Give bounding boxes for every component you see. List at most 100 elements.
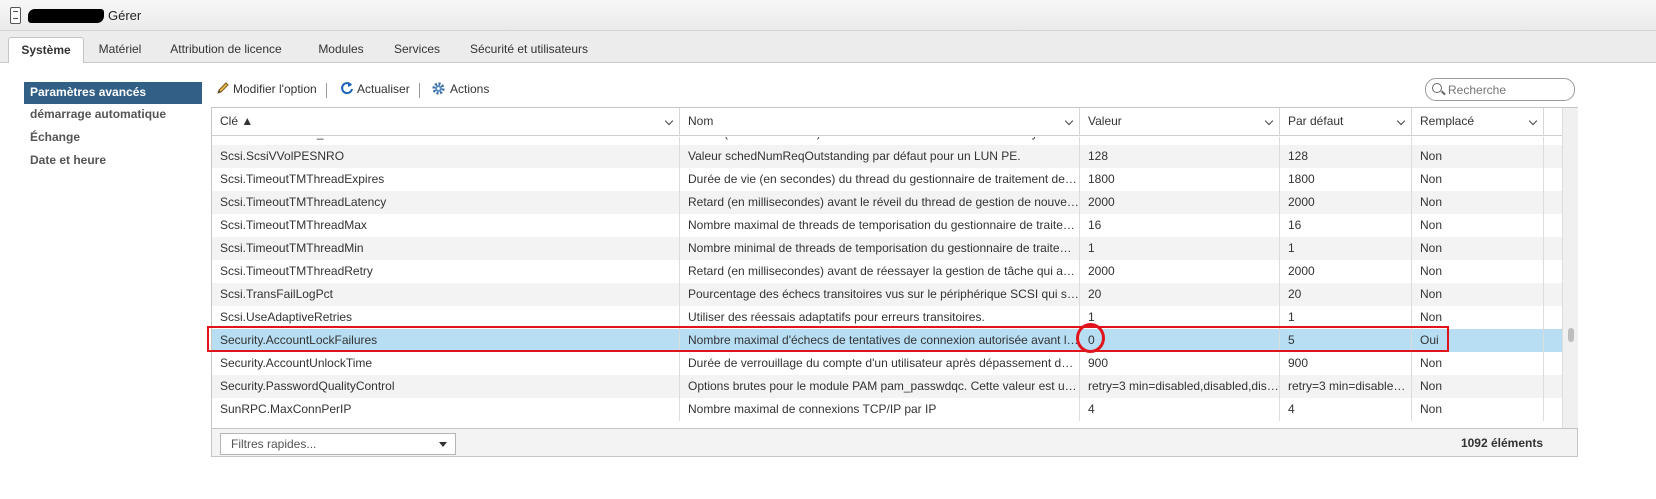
cell-overridden: Non <box>1412 306 1544 329</box>
tab-systeme[interactable]: Système <box>8 37 84 63</box>
refresh-button[interactable]: Actualiser <box>340 79 410 101</box>
cell-value: 1 <box>1080 306 1280 329</box>
column-header-label: Clé ▲ <box>220 114 254 128</box>
table-row[interactable]: Scsi.ScsiVVolPESNRO Valeur schedNumReqOut… <box>212 145 1562 168</box>
table-row[interactable]: Security.PasswordQualityControl Options b… <box>212 375 1562 398</box>
grid-body: Scsi.SCSITimeout_ScanTimeDurée (en milli… <box>212 137 1562 429</box>
vertical-scrollbar[interactable] <box>1562 108 1578 428</box>
cell-default: 1 <box>1280 306 1412 329</box>
cell-value: retry=3 min=disabled,disabled,disabled,7… <box>1080 375 1280 398</box>
cell-key: SunRPC.MaxConnPerIP <box>212 398 680 421</box>
cell-key: Security.AccountLockFailures <box>212 329 680 352</box>
tab-modules[interactable]: Modules <box>312 38 370 63</box>
sidebar-item-demarrage-automatique[interactable]: démarrage automatique <box>24 104 202 127</box>
cell-default: 2000 <box>1280 260 1412 283</box>
cell-name: Pourcentage des échecs transitoires vus … <box>680 283 1080 306</box>
cell-value: 20 <box>1080 283 1280 306</box>
toolbar-divider <box>419 83 420 98</box>
cell-default: 128 <box>1280 145 1412 168</box>
toolbar-divider <box>326 83 327 98</box>
column-header-cle[interactable]: Clé ▲ <box>212 108 680 136</box>
cell-default: 900 <box>1280 352 1412 375</box>
tab-attribution-licence[interactable]: Attribution de licence <box>164 38 288 63</box>
cell-default: 2000 <box>1280 191 1412 214</box>
window-titlebar: Gérer <box>0 0 1656 31</box>
refresh-label: Actualiser <box>357 82 410 96</box>
cell-default: 1800 <box>1280 168 1412 191</box>
table-row[interactable]: Scsi.TimeoutTMThreadLatency Retard (en mi… <box>212 191 1562 214</box>
column-header-nom[interactable]: Nom <box>680 108 1080 136</box>
cell-overridden: Non <box>1412 352 1544 375</box>
cell-value: 16 <box>1080 214 1280 237</box>
tab-materiel[interactable]: Matériel <box>92 38 148 63</box>
cell-name: Nombre maximal de connexions TCP/IP par … <box>680 398 1080 421</box>
cell-name: Retard (en millisecondes) avant le révei… <box>680 191 1080 214</box>
search-box[interactable] <box>1425 78 1575 101</box>
sidebar-item-echange[interactable]: Échange <box>24 127 202 150</box>
actions-button[interactable]: Actions <box>431 79 489 101</box>
cell-value: 128 <box>1080 145 1280 168</box>
edit-option-button[interactable]: Modifier l'option <box>216 79 317 101</box>
column-header-valeur[interactable]: Valeur <box>1080 108 1280 136</box>
tab-bar: Système Matériel Attribution de licence … <box>0 31 1656 63</box>
cell-name: Nombre maximal d'échecs de tentatives de… <box>680 329 1080 352</box>
cell-default: 16 <box>1280 214 1412 237</box>
column-header-remplace[interactable]: Remplacé <box>1412 108 1544 136</box>
cell-name: Retard (en millisecondes) avant de réess… <box>680 260 1080 283</box>
table-row[interactable]: Security.AccountUnlockTime Durée de verro… <box>212 352 1562 375</box>
chevron-down-icon[interactable] <box>1396 116 1406 126</box>
scrollbar-thumb[interactable] <box>1568 328 1574 342</box>
chevron-down-icon[interactable] <box>664 116 674 126</box>
quick-filter-select[interactable]: Filtres rapides... <box>220 433 456 455</box>
cell-key: Scsi.TimeoutTMThreadExpires <box>212 168 680 191</box>
cell-overridden: Non <box>1412 283 1544 306</box>
cell-value: 1800 <box>1080 168 1280 191</box>
table-row[interactable]: Scsi.TimeoutTMThreadMin Nombre minimal de… <box>212 237 1562 260</box>
cell-overridden: Non <box>1412 145 1544 168</box>
chevron-down-icon[interactable] <box>1064 116 1074 126</box>
cell-key: Scsi.TransFailLogPct <box>212 283 680 306</box>
table-row[interactable]: Scsi.TimeoutTMThreadMax Nombre maximal de… <box>212 214 1562 237</box>
grid-header: Clé ▲ Nom Valeur Par défaut Remplacé <box>212 108 1562 136</box>
cell-name: Nombre minimal de threads de temporisati… <box>680 237 1080 260</box>
cell-name: Options brutes pour le module PAM pam_pa… <box>680 375 1080 398</box>
quick-filter-label: Filtres rapides... <box>231 437 317 451</box>
cell-key: Scsi.TimeoutTMThreadMax <box>212 214 680 237</box>
cell-value: 1 <box>1080 237 1280 260</box>
column-header-par-defaut[interactable]: Par défaut <box>1280 108 1412 136</box>
edit-option-label: Modifier l'option <box>233 82 317 96</box>
tab-securite-utilisateurs[interactable]: Sécurité et utilisateurs <box>466 38 592 63</box>
cell-overridden: Non <box>1412 137 1544 145</box>
chevron-down-icon[interactable] <box>1528 116 1538 126</box>
table-row[interactable]: Scsi.TransFailLogPct Pourcentage des éche… <box>212 283 1562 306</box>
search-icon <box>1432 83 1442 93</box>
sidebar-item-parametres-avances[interactable]: Paramètres avancés <box>24 82 202 104</box>
cell-overridden: Non <box>1412 260 1544 283</box>
cell-key: Scsi.SCSITimeout_ScanTime <box>212 137 680 145</box>
cell-value: 4 <box>1080 398 1280 421</box>
cell-overridden: Non <box>1412 168 1544 191</box>
cell-name: Utiliser des réessais adaptatifs pour er… <box>680 306 1080 329</box>
table-row[interactable]: Scsi.UseAdaptiveRetries Utiliser des rées… <box>212 306 1562 329</box>
table-row[interactable]: SunRPC.MaxConnPerIP Nombre maximal de con… <box>212 398 1562 421</box>
sidebar-item-date-heure[interactable]: Date et heure <box>24 150 202 173</box>
cell-overridden: Oui <box>1412 329 1544 352</box>
cell-key: Security.AccountUnlockTime <box>212 352 680 375</box>
column-header-label: Nom <box>688 114 714 128</box>
actions-label: Actions <box>450 82 490 96</box>
table-row[interactable]: Scsi.TimeoutTMThreadExpires Durée de vie … <box>212 168 1562 191</box>
host-icon <box>10 7 21 24</box>
item-count: 1092 éléments <box>1460 436 1543 450</box>
chevron-down-icon[interactable] <box>1264 116 1274 126</box>
cell-key: Scsi.TimeoutTMThreadRetry <box>212 260 680 283</box>
tab-services[interactable]: Services <box>388 38 446 63</box>
cell-default: 4 <box>1280 398 1412 421</box>
cell-default: 1000 <box>1280 137 1412 145</box>
table-row[interactable]: Scsi.TimeoutTMThreadRetry Retard (en mill… <box>212 260 1562 283</box>
table-row[interactable]: Scsi.SCSITimeout_ScanTimeDurée (en milli… <box>212 137 1562 145</box>
grid-footer: Filtres rapides... 1092 éléments <box>211 429 1578 457</box>
cell-default: 20 <box>1280 283 1412 306</box>
table-row-selected[interactable]: Security.AccountLockFailures Nombre maxim… <box>212 329 1562 352</box>
column-header-label: Valeur <box>1088 114 1122 128</box>
search-input[interactable] <box>1446 80 1570 99</box>
